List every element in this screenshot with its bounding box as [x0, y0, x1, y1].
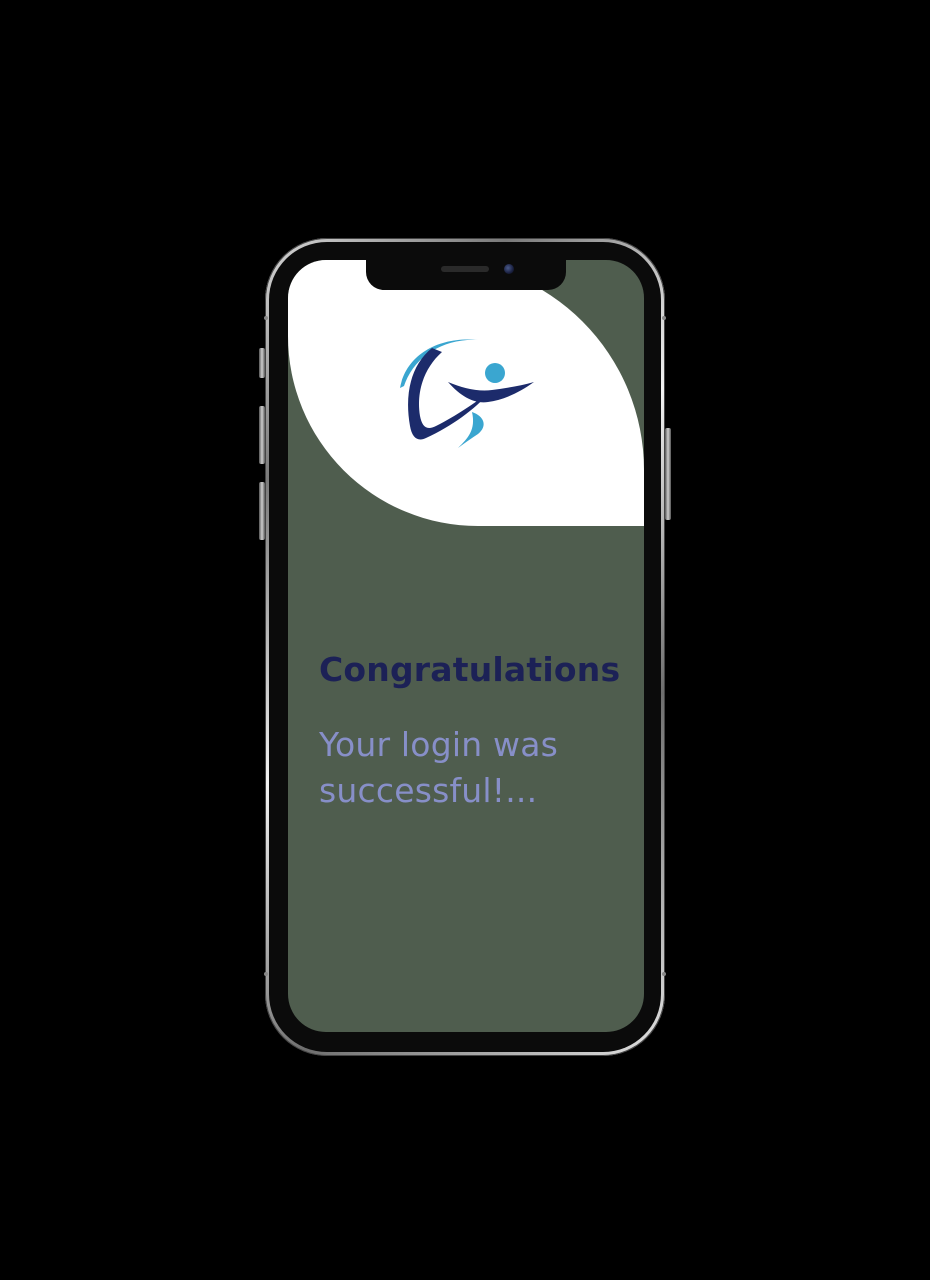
frame-antenna-dot [662, 316, 666, 320]
success-message: Your login was successful!... [319, 725, 559, 810]
frame-antenna-dot [662, 972, 666, 976]
power-button [665, 428, 671, 520]
phone-notch [366, 260, 566, 290]
stage: Congratulations Your login was successfu… [0, 0, 930, 1280]
page-title: Congratulations [319, 650, 621, 689]
runner-logo-icon [400, 339, 534, 448]
earpiece-speaker [441, 266, 489, 272]
frame-antenna-dot [264, 972, 268, 976]
frame-antenna-dot [264, 316, 268, 320]
front-camera-icon [504, 264, 514, 274]
